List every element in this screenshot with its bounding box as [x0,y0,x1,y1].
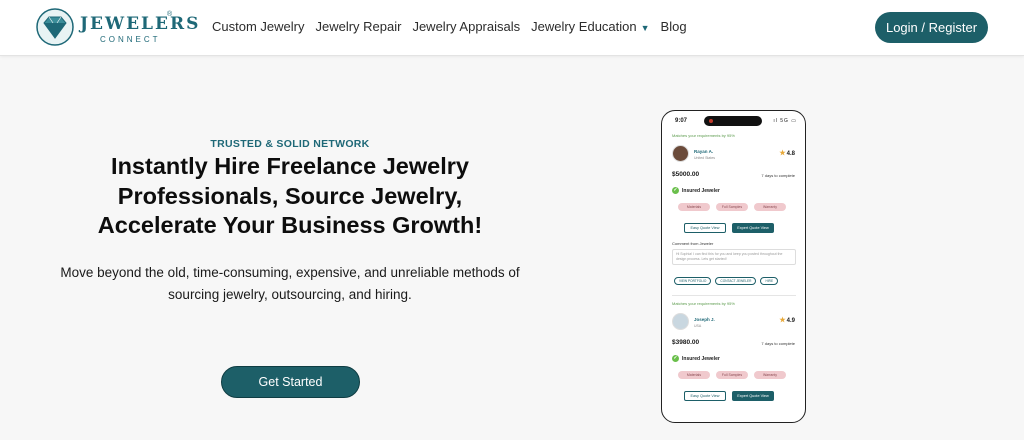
jeweler-name: Rayan A. [694,149,714,154]
comment-box: Hi Sophia! I can find this for you and k… [672,249,796,265]
hero-headline: Instantly Hire Freelance Jewelry Profess… [97,153,483,238]
comment-label: Comment from Jeweler [672,241,714,246]
hero-subtitle: Move beyond the old, time-consuming, exp… [60,265,520,302]
main-nav: Custom Jewelry Jewelry Repair Jewelry Ap… [212,19,687,34]
chip-full-samples: Full Samples [716,371,748,379]
nav-jewelry-education[interactable]: Jewelry Education ▼ [531,19,649,34]
nav-jewelry-repair[interactable]: Jewelry Repair [315,19,401,34]
login-register-button[interactable]: Login / Register [875,12,988,43]
jeweler-location: United States [694,156,716,160]
rating-value: 4.9 [786,318,795,324]
nav-blog[interactable]: Blog [661,19,687,34]
chip-materials: Materials [678,203,710,211]
get-started-button[interactable]: Get Started [221,366,360,398]
days-to-complete: 7 days to complete [761,341,795,346]
rating-value: 4.8 [786,151,795,157]
star-icon: ★ [779,150,786,157]
jeweler-rating: ★4.9 [779,316,795,324]
avatar [672,145,689,162]
chip-full-samples: Full Samples [716,203,748,211]
insured-badge: ✓ Insured Jeweler [672,187,720,194]
expert-quote-view-button[interactable]: Expert Quote View [732,223,774,233]
phone-time: 9:07 [675,118,688,124]
registered-mark: ® [167,11,173,18]
feature-chips: Materials Full Samples Warranty [678,203,786,211]
hero-eyebrow: TRUSTED & SOLID NETWORK [210,138,370,150]
phone-notch [704,116,762,126]
phone-status-icons: ıl 5G ▭ [773,118,797,124]
caret-down-icon: ▼ [640,23,650,33]
logo-subline: CONNECT [100,35,161,44]
chip-warranty: Warranty [754,371,786,379]
feature-chips: Materials Full Samples Warranty [678,371,786,379]
contact-jeweler-button[interactable]: CONTACT JEWELER [715,277,757,285]
view-portfolio-button[interactable]: VIEW PORTFOLIO [674,277,712,285]
expert-quote-view-button[interactable]: Expert Quote View [732,391,774,401]
nav-jewelry-appraisals[interactable]: Jewelry Appraisals [412,19,520,34]
action-pills: VIEW PORTFOLIO CONTACT JEWELER HIRE [674,277,779,285]
easy-quote-view-button[interactable]: Easy Quote View [684,223,726,233]
match-text: Matches your requirements by 95% [672,133,735,138]
check-icon: ✓ [672,355,679,362]
camera-dot-icon [709,119,713,123]
jeweler-name: Joseph J. [694,317,715,322]
nav-jewelry-education-label: Jewelry Education [531,19,637,34]
chip-warranty: Warranty [754,203,786,211]
avatar [672,313,689,330]
insured-label: Insured Jeweler [682,187,720,194]
diamond-logo-icon [36,8,74,46]
logo-wordmark: JEWELERS [80,14,201,34]
hire-button[interactable]: HIRE [760,277,779,285]
quote-price: $5000.00 [672,171,700,178]
phone-mockup: 9:07 ıl 5G ▭ Matches your requirements b… [661,110,806,423]
star-icon: ★ [779,317,786,324]
quote-price: $3980.00 [672,339,700,346]
insured-badge: ✓ Insured Jeweler [672,355,720,362]
easy-quote-view-button[interactable]: Easy Quote View [684,391,726,401]
jeweler-rating: ★4.8 [779,149,795,157]
quote-buttons: Easy Quote View Expert Quote View [684,391,774,401]
jeweler-location: USA [694,324,702,328]
match-text: Matches your requirements by 95% [672,301,735,306]
insured-label: Insured Jeweler [682,355,720,362]
quote-buttons: Easy Quote View Expert Quote View [684,223,774,233]
check-icon: ✓ [672,187,679,194]
nav-custom-jewelry[interactable]: Custom Jewelry [212,19,304,34]
site-header: JEWELERS ® CONNECT Custom Jewelry Jewelr… [0,0,1024,56]
jewelers-connect-logo[interactable]: JEWELERS ® CONNECT [36,8,198,48]
card-divider [672,295,796,296]
chip-materials: Materials [678,371,710,379]
days-to-complete: 7 days to complete [761,173,795,178]
